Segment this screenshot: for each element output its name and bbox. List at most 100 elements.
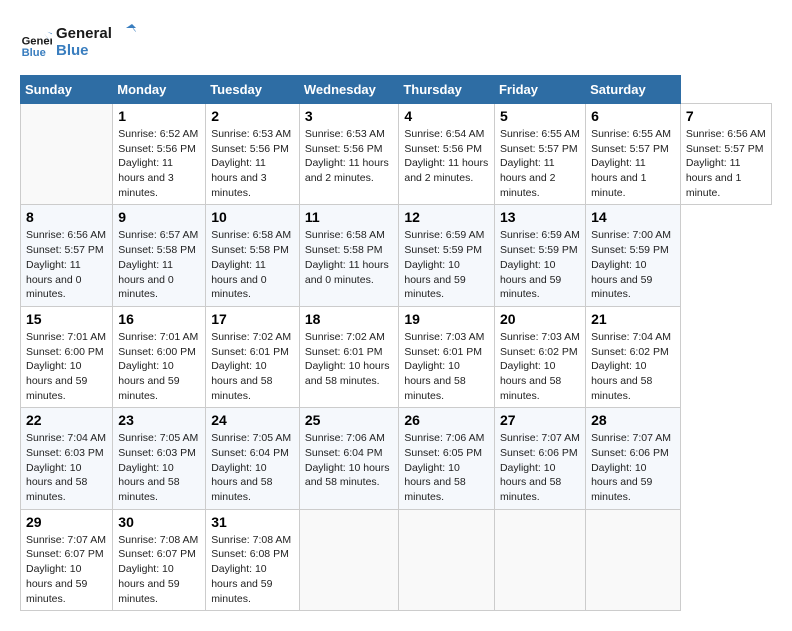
calendar-cell: 8 Sunrise: 6:56 AM Sunset: 5:57 PM Daylig…	[21, 205, 113, 306]
logo: General Blue General Blue	[20, 20, 136, 65]
day-number: 20	[500, 311, 580, 327]
day-number: 26	[404, 412, 489, 428]
day-number: 17	[211, 311, 294, 327]
day-info: Sunrise: 6:56 AM Sunset: 5:57 PM Dayligh…	[26, 228, 107, 301]
day-info: Sunrise: 6:59 AM Sunset: 5:59 PM Dayligh…	[404, 228, 489, 301]
calendar-week-row: 15 Sunrise: 7:01 AM Sunset: 6:00 PM Dayli…	[21, 306, 772, 407]
svg-text:General: General	[56, 25, 112, 42]
day-number: 9	[118, 209, 200, 225]
calendar-cell: 22 Sunrise: 7:04 AM Sunset: 6:03 PM Dayli…	[21, 408, 113, 509]
day-info: Sunrise: 6:55 AM Sunset: 5:57 PM Dayligh…	[500, 127, 580, 200]
day-number: 1	[118, 108, 200, 124]
day-number: 22	[26, 412, 107, 428]
day-number: 14	[591, 209, 675, 225]
day-info: Sunrise: 7:03 AM Sunset: 6:02 PM Dayligh…	[500, 330, 580, 403]
day-of-week-header: Thursday	[399, 76, 495, 104]
calendar-cell: 2Sunrise: 6:53 AM Sunset: 5:56 PM Daylig…	[206, 104, 300, 205]
day-number: 23	[118, 412, 200, 428]
calendar-cell	[586, 509, 681, 610]
calendar-cell: 31 Sunrise: 7:08 AM Sunset: 6:08 PM Dayli…	[206, 509, 300, 610]
day-number: 28	[591, 412, 675, 428]
day-number: 27	[500, 412, 580, 428]
day-number: 3	[305, 108, 394, 124]
day-info: Sunrise: 7:03 AM Sunset: 6:01 PM Dayligh…	[404, 330, 489, 403]
calendar-cell	[21, 104, 113, 205]
day-info: Sunrise: 7:04 AM Sunset: 6:03 PM Dayligh…	[26, 431, 107, 504]
day-info: Sunrise: 7:06 AM Sunset: 6:04 PM Dayligh…	[305, 431, 394, 490]
calendar-cell: 26Sunrise: 7:06 AM Sunset: 6:05 PM Dayli…	[399, 408, 495, 509]
day-info: Sunrise: 6:55 AM Sunset: 5:57 PM Dayligh…	[591, 127, 675, 200]
calendar-cell: 15Sunrise: 7:01 AM Sunset: 6:00 PM Dayli…	[21, 306, 113, 407]
day-number: 5	[500, 108, 580, 124]
calendar-cell: 24 Sunrise: 7:05 AM Sunset: 6:04 PM Dayli…	[206, 408, 300, 509]
day-number: 7	[686, 108, 766, 124]
day-info: Sunrise: 6:58 AM Sunset: 5:58 PM Dayligh…	[211, 228, 294, 301]
day-number: 11	[305, 209, 394, 225]
day-number: 15	[26, 311, 107, 327]
day-number: 4	[404, 108, 489, 124]
day-info: Sunrise: 7:04 AM Sunset: 6:02 PM Dayligh…	[591, 330, 675, 403]
day-info: Sunrise: 6:58 AM Sunset: 5:58 PM Dayligh…	[305, 228, 394, 287]
calendar-cell: 19Sunrise: 7:03 AM Sunset: 6:01 PM Dayli…	[399, 306, 495, 407]
calendar-cell: 27Sunrise: 7:07 AM Sunset: 6:06 PM Dayli…	[494, 408, 585, 509]
day-number: 2	[211, 108, 294, 124]
day-number: 16	[118, 311, 200, 327]
logo-svg: General Blue	[56, 20, 136, 60]
svg-text:Blue: Blue	[56, 42, 89, 59]
calendar-cell: 9Sunrise: 6:57 AM Sunset: 5:58 PM Daylig…	[113, 205, 206, 306]
svg-text:General: General	[22, 35, 52, 47]
day-of-week-header: Saturday	[586, 76, 681, 104]
calendar-cell: 1 Sunrise: 6:52 AM Sunset: 5:56 PM Daylig…	[113, 104, 206, 205]
day-info: Sunrise: 7:07 AM Sunset: 6:06 PM Dayligh…	[591, 431, 675, 504]
calendar-cell: 5 Sunrise: 6:55 AM Sunset: 5:57 PM Daylig…	[494, 104, 585, 205]
calendar-header-row: SundayMondayTuesdayWednesdayThursdayFrid…	[21, 76, 772, 104]
calendar-cell: 29Sunrise: 7:07 AM Sunset: 6:07 PM Dayli…	[21, 509, 113, 610]
calendar-cell: 21 Sunrise: 7:04 AM Sunset: 6:02 PM Dayli…	[586, 306, 681, 407]
day-info: Sunrise: 6:56 AM Sunset: 5:57 PM Dayligh…	[686, 127, 766, 200]
day-number: 29	[26, 514, 107, 530]
calendar-cell: 18Sunrise: 7:02 AM Sunset: 6:01 PM Dayli…	[299, 306, 399, 407]
calendar-cell: 7 Sunrise: 6:56 AM Sunset: 5:57 PM Daylig…	[680, 104, 771, 205]
day-number: 24	[211, 412, 294, 428]
calendar-week-row: 22 Sunrise: 7:04 AM Sunset: 6:03 PM Dayli…	[21, 408, 772, 509]
page-header: General Blue General Blue	[20, 20, 772, 65]
day-info: Sunrise: 7:01 AM Sunset: 6:00 PM Dayligh…	[118, 330, 200, 403]
day-info: Sunrise: 6:52 AM Sunset: 5:56 PM Dayligh…	[118, 127, 200, 200]
day-info: Sunrise: 6:59 AM Sunset: 5:59 PM Dayligh…	[500, 228, 580, 301]
day-of-week-header: Sunday	[21, 76, 113, 104]
calendar-cell: 6Sunrise: 6:55 AM Sunset: 5:57 PM Daylig…	[586, 104, 681, 205]
calendar-cell: 14 Sunrise: 7:00 AM Sunset: 5:59 PM Dayli…	[586, 205, 681, 306]
calendar-cell: 13 Sunrise: 6:59 AM Sunset: 5:59 PM Dayli…	[494, 205, 585, 306]
calendar-week-row: 8 Sunrise: 6:56 AM Sunset: 5:57 PM Daylig…	[21, 205, 772, 306]
calendar-cell: 17Sunrise: 7:02 AM Sunset: 6:01 PM Dayli…	[206, 306, 300, 407]
calendar-cell: 4 Sunrise: 6:54 AM Sunset: 5:56 PM Daylig…	[399, 104, 495, 205]
calendar-cell: 12Sunrise: 6:59 AM Sunset: 5:59 PM Dayli…	[399, 205, 495, 306]
calendar-cell	[299, 509, 399, 610]
svg-text:Blue: Blue	[22, 46, 46, 58]
calendar-cell	[494, 509, 585, 610]
day-number: 8	[26, 209, 107, 225]
calendar-cell: 28 Sunrise: 7:07 AM Sunset: 6:06 PM Dayli…	[586, 408, 681, 509]
day-info: Sunrise: 7:05 AM Sunset: 6:04 PM Dayligh…	[211, 431, 294, 504]
day-of-week-header: Tuesday	[206, 76, 300, 104]
calendar-week-row: 29Sunrise: 7:07 AM Sunset: 6:07 PM Dayli…	[21, 509, 772, 610]
day-info: Sunrise: 7:08 AM Sunset: 6:07 PM Dayligh…	[118, 533, 200, 606]
day-number: 13	[500, 209, 580, 225]
calendar-cell: 3 Sunrise: 6:53 AM Sunset: 5:56 PM Daylig…	[299, 104, 399, 205]
calendar-cell: 10 Sunrise: 6:58 AM Sunset: 5:58 PM Dayli…	[206, 205, 300, 306]
calendar-cell: 25 Sunrise: 7:06 AM Sunset: 6:04 PM Dayli…	[299, 408, 399, 509]
day-info: Sunrise: 7:02 AM Sunset: 6:01 PM Dayligh…	[305, 330, 394, 389]
day-info: Sunrise: 7:00 AM Sunset: 5:59 PM Dayligh…	[591, 228, 675, 301]
day-number: 10	[211, 209, 294, 225]
day-info: Sunrise: 6:54 AM Sunset: 5:56 PM Dayligh…	[404, 127, 489, 186]
calendar-cell: 11 Sunrise: 6:58 AM Sunset: 5:58 PM Dayli…	[299, 205, 399, 306]
day-of-week-header: Monday	[113, 76, 206, 104]
logo-icon: General Blue	[20, 27, 52, 59]
day-number: 25	[305, 412, 394, 428]
calendar-cell: 30Sunrise: 7:08 AM Sunset: 6:07 PM Dayli…	[113, 509, 206, 610]
day-number: 31	[211, 514, 294, 530]
day-number: 21	[591, 311, 675, 327]
day-info: Sunrise: 7:08 AM Sunset: 6:08 PM Dayligh…	[211, 533, 294, 606]
day-info: Sunrise: 6:53 AM Sunset: 5:56 PM Dayligh…	[305, 127, 394, 186]
calendar-week-row: 1 Sunrise: 6:52 AM Sunset: 5:56 PM Daylig…	[21, 104, 772, 205]
